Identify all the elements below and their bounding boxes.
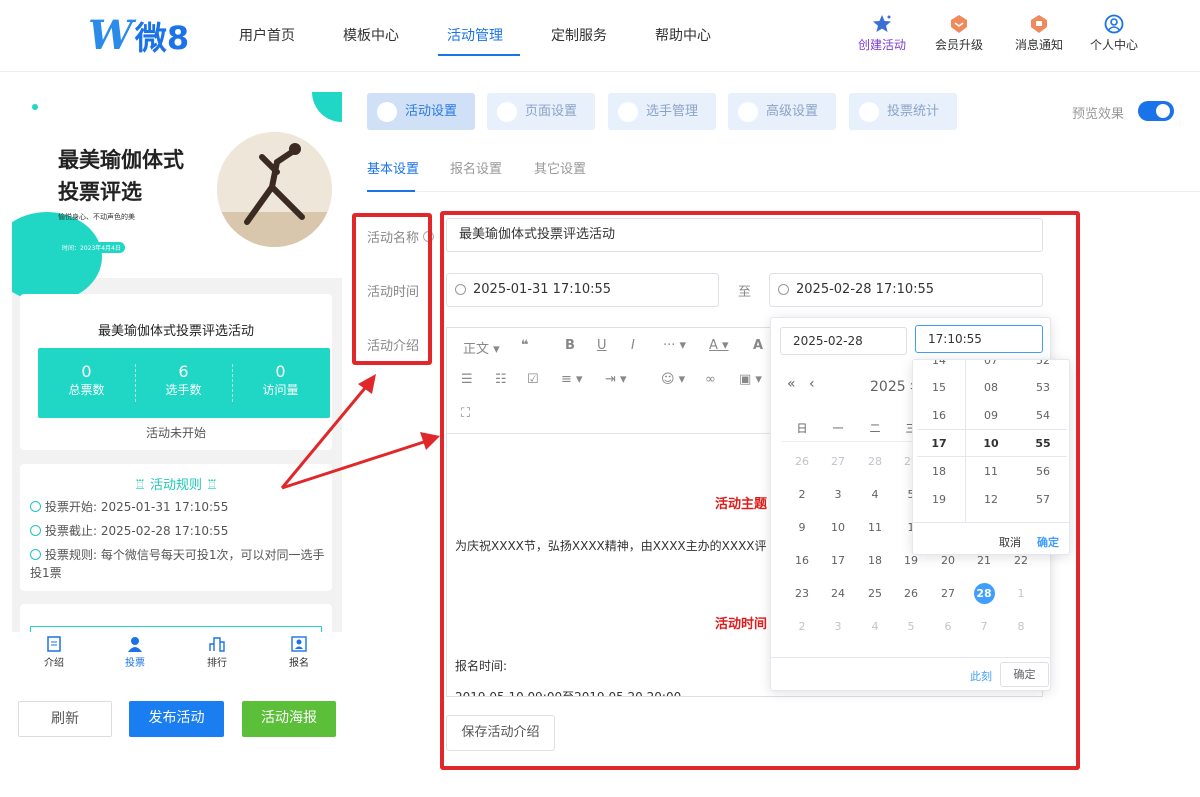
star-icon <box>873 15 891 32</box>
label-highlight-box <box>352 213 432 365</box>
info-icon <box>30 549 41 560</box>
arrow-line <box>280 381 372 489</box>
preview-banner: 最美瑜伽体式 投票评选 愉悦身心、不动声色的美 时间：2023年4月4日 <box>12 92 342 302</box>
yoga-photo <box>217 132 332 247</box>
tab-vote[interactable]: 投票 <box>105 636 165 669</box>
member-upgrade-label: 会员升级 <box>935 38 984 52</box>
nav-item-help[interactable]: 帮助中心 <box>655 25 711 45</box>
stat-divider <box>135 364 136 402</box>
image-icon <box>497 102 517 122</box>
preview-tabbar: 介绍 投票 排行 报名 <box>12 632 342 678</box>
profile-label: 个人中心 <box>1090 38 1139 52</box>
signup-icon <box>291 636 307 652</box>
percent-icon <box>738 102 758 122</box>
tab-vote-stats[interactable]: 投票统计 <box>849 93 957 130</box>
tab-page-settings[interactable]: 页面设置 <box>487 93 595 130</box>
create-activity-label: 创建活动 <box>858 38 907 52</box>
publish-button[interactable]: 发布活动 <box>129 701 224 737</box>
banner-dot <box>32 104 38 110</box>
vip-icon <box>951 15 967 33</box>
tab-signup-label: 报名 <box>289 658 309 669</box>
tab-rank[interactable]: 排行 <box>187 636 247 669</box>
refresh-button[interactable]: 刷新 <box>18 701 112 737</box>
annotation-arrows <box>280 374 440 490</box>
create-activity-button[interactable]: 创建活动 <box>858 14 906 53</box>
banner-title-line2: 投票评选 <box>58 180 142 204</box>
banner-subtitle: 愉悦身心、不动声色的美 <box>58 213 135 221</box>
preview-toggle[interactable] <box>1138 101 1174 121</box>
tab-vote-label: 投票 <box>125 658 145 669</box>
tab-signup[interactable]: 报名 <box>269 636 329 669</box>
tab-activity-settings[interactable]: 活动设置 <box>367 93 475 130</box>
stats-icon <box>859 102 879 122</box>
user-icon <box>618 102 638 122</box>
person-icon <box>128 637 142 652</box>
subtab-other[interactable]: 其它设置 <box>534 158 586 177</box>
preview-next-card <box>20 604 332 632</box>
form-highlight-box <box>440 211 1080 770</box>
heart-icon <box>377 102 397 122</box>
poster-button[interactable]: 活动海报 <box>242 701 336 737</box>
nav-item-activity[interactable]: 活动管理 <box>447 25 503 45</box>
bell-icon <box>1031 15 1047 33</box>
clock-icon <box>30 501 41 512</box>
top-nav: W 微8 用户首页 模板中心 活动管理 定制服务 帮助中心 创建活动 会员升级 … <box>0 0 1200 72</box>
stat-divider <box>232 364 233 402</box>
messages-label: 消息通知 <box>1015 38 1064 52</box>
subtab-divider <box>367 191 1200 192</box>
banner-title-line1: 最美瑜伽体式 <box>58 148 184 172</box>
nav-item-custom[interactable]: 定制服务 <box>551 25 607 45</box>
logo[interactable]: W 微8 <box>88 12 189 59</box>
tab-advanced[interactable]: 高级设置 <box>728 93 836 130</box>
banner-underline <box>58 226 80 228</box>
subtab-basic[interactable]: 基本设置 <box>367 158 419 177</box>
banner-time-badge: 时间：2023年4月4日 <box>58 242 125 253</box>
stat-total-votes: 0 总票数 <box>68 362 105 397</box>
activity-title: 最美瑜伽体式投票评选活动 <box>97 324 254 339</box>
profile-button[interactable]: 个人中心 <box>1090 14 1138 53</box>
preview-toggle-label: 预览效果 <box>1072 107 1125 122</box>
stat-contestants: 6 选手数 <box>165 362 202 397</box>
arrow-head <box>420 432 440 450</box>
banner-circle <box>312 92 342 122</box>
arrow-line <box>281 438 431 490</box>
subtab-indicator <box>367 190 415 192</box>
ranking-icon <box>209 637 225 652</box>
toggle-knob <box>1156 104 1170 118</box>
tab-rank-label: 排行 <box>207 658 227 669</box>
user-icon <box>1104 14 1124 34</box>
clock-icon <box>30 525 41 536</box>
nav-active-indicator <box>438 54 520 56</box>
tab-intro[interactable]: 介绍 <box>24 636 84 669</box>
rule-start: 投票开始: 2025-01-31 17:10:55 <box>30 498 228 515</box>
rule-policy: 投票规则: 每个微信号每天可投1次，可以对同一选手投1票 <box>30 548 325 580</box>
tab-contestants[interactable]: 选手管理 <box>608 93 716 130</box>
logo-mark: W <box>88 12 133 59</box>
banner-blob <box>12 212 102 302</box>
nav-item-home[interactable]: 用户首页 <box>239 25 295 45</box>
doc-icon <box>47 636 61 652</box>
messages-button[interactable]: 消息通知 <box>1015 14 1063 53</box>
rule-end: 投票截止: 2025-02-28 17:10:55 <box>30 522 228 539</box>
nav-item-templates[interactable]: 模板中心 <box>343 25 399 45</box>
subtab-signup[interactable]: 报名设置 <box>450 158 502 177</box>
tab-intro-label: 介绍 <box>44 658 64 669</box>
logo-text: 微8 <box>134 18 190 57</box>
member-upgrade-button[interactable]: 会员升级 <box>935 14 983 53</box>
